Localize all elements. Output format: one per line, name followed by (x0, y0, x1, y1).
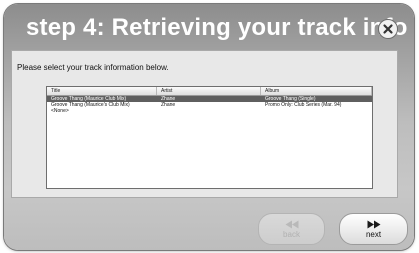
table-row[interactable]: <None> (47, 108, 372, 114)
table-header: Title Artist Album (47, 87, 372, 96)
column-header-artist[interactable]: Artist (157, 87, 261, 95)
back-label: back (283, 229, 300, 239)
column-header-album[interactable]: Album (261, 87, 372, 95)
instruction-text: Please select your track information bel… (17, 63, 169, 72)
row-album (261, 108, 372, 114)
dialog-title: step 4: Retrieving your track info (26, 14, 408, 41)
back-button[interactable]: back (258, 213, 325, 245)
next-button[interactable]: next (339, 213, 408, 245)
next-label: next (365, 229, 382, 239)
row-artist (157, 108, 261, 114)
row-title: <None> (51, 108, 69, 114)
column-header-title[interactable]: Title (47, 87, 157, 95)
track-table[interactable]: Title Artist Album Groove Thang (Maurice… (46, 86, 373, 189)
close-icon (383, 24, 393, 34)
fast-forward-icon (367, 220, 380, 228)
close-button[interactable] (378, 19, 398, 39)
rewind-icon (285, 220, 298, 228)
